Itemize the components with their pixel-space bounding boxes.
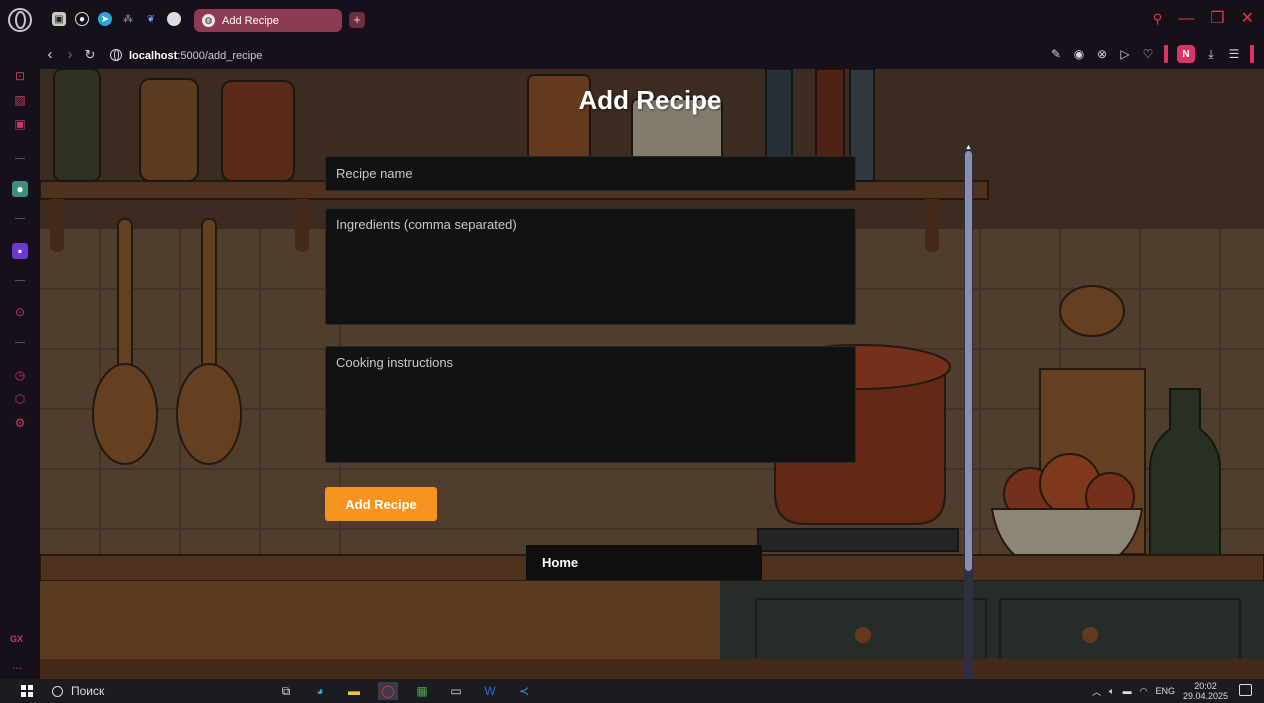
- scrollbar[interactable]: ▲: [964, 144, 973, 679]
- history-icon[interactable]: ◷: [12, 367, 28, 383]
- camera-icon[interactable]: ◉: [1072, 47, 1086, 61]
- pinned-tab-icon[interactable]: ▣: [52, 12, 66, 26]
- edge-icon[interactable]: ◕: [310, 682, 330, 700]
- menu-icon[interactable]: ☰: [1227, 47, 1241, 61]
- window-controls: ⚲ — ❐ ✕: [1153, 10, 1254, 28]
- windows-start-icon[interactable]: [21, 685, 33, 697]
- player-icon[interactable]: ⊙: [12, 304, 28, 320]
- twitch-icon[interactable]: ▨: [12, 92, 28, 108]
- terminal-icon[interactable]: ▭: [446, 682, 466, 700]
- battery-icon[interactable]: ▬: [1123, 686, 1132, 696]
- recipe-name-input[interactable]: [325, 156, 856, 191]
- wifi-icon[interactable]: ◠: [1140, 686, 1148, 697]
- clock-time: 20:02: [1194, 681, 1217, 691]
- home-link[interactable]: Home: [526, 545, 762, 580]
- forward-button[interactable]: ›: [60, 46, 80, 63]
- profile-avatar[interactable]: N: [1177, 45, 1195, 63]
- add-recipe-button[interactable]: Add Recipe: [325, 487, 437, 521]
- page-title: Add Recipe: [578, 85, 722, 115]
- volume-icon[interactable]: 🔈︎: [1109, 686, 1114, 697]
- mail-icon[interactable]: ▣: [12, 116, 28, 132]
- divider: [15, 280, 25, 281]
- tab-add-recipe[interactable]: ◍ Add Recipe: [194, 9, 342, 32]
- vscode-icon[interactable]: ≺: [514, 682, 534, 700]
- pinned-tabs: ▣ ● ➤ ⁂ ❦: [52, 12, 181, 26]
- minimize-button[interactable]: —: [1178, 10, 1194, 28]
- address-tools: ✎ ◉ ⊗ ▷ ♡ N ⤓ ☰: [1049, 45, 1254, 63]
- app-icon[interactable]: ▦: [412, 682, 432, 700]
- reload-button[interactable]: ↻: [80, 47, 100, 63]
- url-host: localhost: [129, 49, 178, 62]
- heart-icon[interactable]: ♡: [1141, 47, 1155, 61]
- word-icon[interactable]: W: [480, 682, 500, 700]
- pinned-tab-icon[interactable]: [167, 12, 181, 26]
- url-field[interactable]: localhost:5000/add_recipe: [110, 46, 262, 64]
- telegram-icon[interactable]: ➤: [98, 12, 112, 26]
- globe-icon: ◍: [202, 14, 215, 27]
- maximize-button[interactable]: ❐: [1210, 10, 1224, 28]
- aria-icon[interactable]: ⊡: [12, 68, 28, 84]
- tray-chevron-icon[interactable]: ︿: [1092, 685, 1101, 698]
- extensions-icon[interactable]: ⬡: [12, 391, 28, 407]
- opera-menu-icon[interactable]: [8, 8, 32, 32]
- pinned-app-icon[interactable]: ⁂: [121, 12, 135, 26]
- tab-title: Add Recipe: [222, 14, 279, 27]
- search-icon[interactable]: ⚲: [1153, 10, 1163, 28]
- taskbar-search[interactable]: Поиск: [52, 682, 232, 700]
- app-icon[interactable]: ▪: [12, 243, 28, 259]
- taskbar-search-placeholder: Поиск: [71, 684, 105, 698]
- download-icon[interactable]: ⤓: [1204, 47, 1218, 62]
- clock[interactable]: 20:02 29.04.2025: [1183, 681, 1228, 701]
- new-tab-button[interactable]: +: [349, 12, 365, 28]
- adblock-icon[interactable]: ⊗: [1095, 47, 1109, 61]
- url-path: :5000/add_recipe: [177, 49, 263, 62]
- instructions-textarea[interactable]: [325, 346, 856, 463]
- divider: [15, 158, 25, 159]
- notifications-icon[interactable]: [1239, 684, 1252, 696]
- address-bar: ‹ › ↻ localhost:5000/add_recipe ✎ ◉ ⊗ ▷ …: [40, 40, 1264, 69]
- system-tray: ︿ 🔈︎ ▬ ◠ ENG 20:02 29.04.2025: [1092, 681, 1228, 701]
- file-explorer-icon[interactable]: ▬: [344, 682, 364, 700]
- close-button[interactable]: ✕: [1241, 10, 1254, 28]
- language-indicator[interactable]: ENG: [1155, 686, 1175, 696]
- windows-taskbar: Поиск ⧉ ◕ ▬ ◯ ▦ ▭ W ≺ ︿ 🔈︎ ▬ ◠ ENG 20:02…: [0, 679, 1264, 703]
- taskbar-apps: ⧉ ◕ ▬ ◯ ▦ ▭ W ≺: [276, 682, 534, 700]
- messenger-icon[interactable]: ●: [12, 181, 28, 197]
- gx-corner-label[interactable]: GX: [10, 634, 23, 644]
- opera-gx-icon[interactable]: ◯: [378, 682, 398, 700]
- divider: [1164, 45, 1168, 63]
- github-icon[interactable]: ●: [75, 12, 89, 26]
- settings-icon[interactable]: ⚙: [12, 415, 28, 431]
- play-icon[interactable]: ▷: [1118, 47, 1132, 61]
- search-icon: [52, 685, 63, 697]
- page-viewport: Add Recipe Add Recipe Home ▲: [40, 69, 1264, 679]
- task-view-icon[interactable]: ⧉: [276, 682, 296, 700]
- divider: [1250, 45, 1254, 63]
- browser-window: ▣ ● ➤ ⁂ ❦ ◍ Add Recipe + ⚲ — ❐ ✕ ‹ › ↻ l…: [0, 0, 1264, 703]
- site-info-icon[interactable]: [110, 48, 122, 61]
- ingredients-textarea[interactable]: [325, 208, 856, 325]
- back-button[interactable]: ‹: [40, 46, 60, 63]
- scrollbar-thumb[interactable]: [965, 151, 972, 571]
- clock-date: 29.04.2025: [1182, 691, 1228, 701]
- divider: [15, 218, 25, 219]
- divider: [15, 342, 25, 343]
- tab-bar: ▣ ● ➤ ⁂ ❦ ◍ Add Recipe + ⚲ — ❐ ✕: [0, 0, 1264, 40]
- opera-sidebar: ⊡ ▨ ▣ ● ▪ ⊙ ◷ ⬡ ⚙ GX ...: [0, 40, 40, 679]
- scroll-up-icon[interactable]: ▲: [964, 144, 973, 151]
- more-icon[interactable]: ...: [12, 658, 22, 672]
- edit-icon[interactable]: ✎: [1049, 47, 1063, 61]
- pinned-tab-icon[interactable]: ❦: [144, 12, 158, 26]
